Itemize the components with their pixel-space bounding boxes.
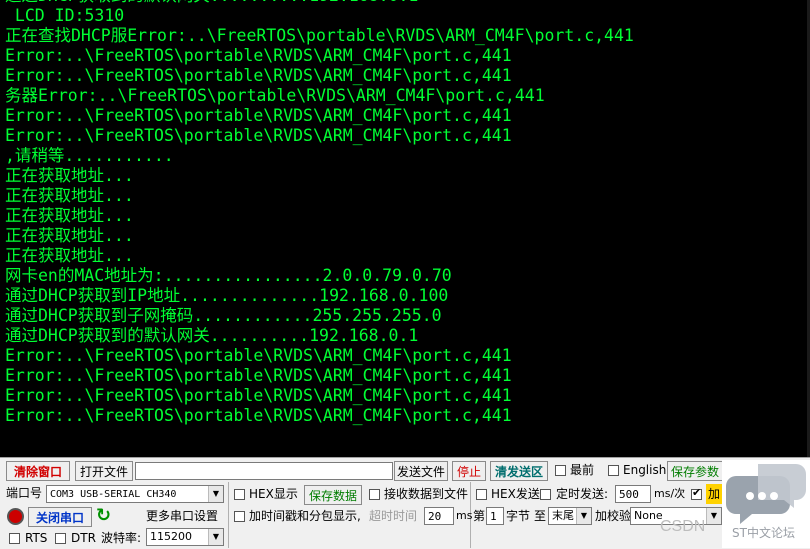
byte-mid-label: 字节 <box>506 509 531 523</box>
terminal-line: 正在查找DHCP服Error:..\FreeRTOS\portable\RVDS… <box>5 26 634 45</box>
hex-send-label: HEX发送 <box>491 487 540 501</box>
to-label: 至 <box>534 509 547 523</box>
clear-send-area-button[interactable]: 清发送区 <box>490 461 548 481</box>
save-data-button[interactable]: 保存数据 <box>304 485 362 505</box>
terminal-line: Error:..\FreeRTOS\portable\RVDS\ARM_CM4F… <box>5 126 512 145</box>
topmost-checkbox[interactable] <box>555 465 566 476</box>
port-select[interactable]: COM3 USB-SERIAL CH340 ▼ <box>46 485 224 503</box>
timed-send-label: 定时发送: <box>556 487 609 501</box>
dtr-checkbox[interactable] <box>55 533 66 544</box>
csdn-watermark: CSDN <box>660 518 706 535</box>
receive-terminal[interactable]: 通过DHCP获取到的默认网关..........192.168.0.1 LCD … <box>0 0 810 457</box>
add-label: 加 <box>706 484 723 504</box>
forum-logo: ST中文论坛 <box>722 460 810 548</box>
recv-to-file-checkbox[interactable] <box>369 489 380 500</box>
interval-input[interactable]: 500 <box>615 485 651 503</box>
terminal-line: Error:..\FreeRTOS\portable\RVDS\ARM_CM4F… <box>5 386 512 405</box>
open-file-button[interactable]: 打开文件 <box>75 461 133 481</box>
terminal-line: Error:..\FreeRTOS\portable\RVDS\ARM_CM4F… <box>5 406 512 425</box>
byte-start-input[interactable]: 1 <box>486 507 504 525</box>
port-label: 端口号 <box>6 486 43 500</box>
terminal-line: 正在获取地址... <box>5 246 134 265</box>
byte-prefix: 第 <box>473 509 486 523</box>
recv-to-file-label: 接收数据到文件 <box>384 487 469 501</box>
end-select[interactable]: 末尾 ▼ <box>548 507 592 525</box>
hex-display-label: HEX显示 <box>249 487 298 501</box>
terminal-line: LCD ID:5310 <box>5 6 125 25</box>
terminal-line: 正在获取地址... <box>5 226 134 245</box>
checksum-value: None <box>634 509 663 522</box>
hex-send-checkbox[interactable] <box>476 489 487 500</box>
terminal-line: 正在获取地址... <box>5 166 134 185</box>
terminal-line: Error:..\FreeRTOS\portable\RVDS\ARM_CM4F… <box>5 366 512 385</box>
english-checkbox[interactable] <box>608 465 619 476</box>
chevron-down-icon: ▼ <box>208 486 223 502</box>
baud-value: 115200 <box>150 530 192 543</box>
hex-display-checkbox[interactable] <box>234 489 245 500</box>
end-value: 末尾 <box>552 509 574 522</box>
file-path-input[interactable] <box>135 462 393 480</box>
chevron-down-icon: ▼ <box>576 508 591 524</box>
refresh-icon[interactable]: ↻ <box>96 506 111 526</box>
checksum-label: 加校验 <box>595 509 632 523</box>
terminal-line: 正在获取地址... <box>5 186 134 205</box>
interval-unit: ms/次 <box>654 487 686 500</box>
more-settings-link[interactable]: 更多串口设置 <box>146 506 218 526</box>
close-port-button[interactable]: 关闭串口 <box>28 507 92 527</box>
clear-window-button[interactable]: 清除窗口 <box>6 461 70 481</box>
port-status-icon <box>7 508 24 525</box>
timestamp-checkbox[interactable] <box>234 511 245 522</box>
terminal-line: Error:..\FreeRTOS\portable\RVDS\ARM_CM4F… <box>5 46 512 65</box>
terminal-line: 务器Error:..\FreeRTOS\portable\RVDS\ARM_CM… <box>5 86 545 105</box>
forum-name: ST中文论坛 <box>732 526 795 540</box>
chevron-down-icon: ▼ <box>208 529 223 545</box>
timeout-unit: ms <box>456 509 473 522</box>
timestamp-label: 加时间戳和分包显示, <box>249 509 361 523</box>
english-label: English <box>623 463 667 477</box>
stop-button[interactable]: 停止 <box>452 461 486 481</box>
dtr-label: DTR <box>71 531 96 545</box>
terminal-line: 网卡en的MAC地址为:................2.0.0.79.0.7… <box>5 266 452 285</box>
send-file-button[interactable]: 发送文件 <box>394 461 448 481</box>
topmost-label: 最前 <box>570 463 595 477</box>
save-params-button[interactable]: 保存参数 <box>667 461 723 481</box>
baud-label: 波特率: <box>101 531 142 545</box>
timeout-label: 超时时间 <box>369 509 418 523</box>
terminal-line: Error:..\FreeRTOS\portable\RVDS\ARM_CM4F… <box>5 346 512 365</box>
rts-label: RTS <box>25 531 48 545</box>
terminal-output: 通过DHCP获取到的默认网关..........192.168.0.1 LCD … <box>5 0 634 426</box>
terminal-line: 通过DHCP获取到的默认网关..........192.168.0.1 <box>5 326 419 345</box>
terminal-line: 通过DHCP获取到子网掩码............255.255.255.0 <box>5 306 442 325</box>
terminal-line: 通过DHCP获取到IP地址..............192.168.0.100 <box>5 286 449 305</box>
chat-bubble-icon <box>726 464 806 524</box>
timeout-input[interactable]: 20 <box>424 507 454 525</box>
terminal-line: 正在获取地址... <box>5 206 134 225</box>
terminal-line: Error:..\FreeRTOS\portable\RVDS\ARM_CM4F… <box>5 66 512 85</box>
add-checkbox[interactable] <box>691 486 702 500</box>
timed-send-checkbox[interactable] <box>540 489 551 500</box>
port-value: COM3 USB-SERIAL CH340 <box>50 489 177 500</box>
terminal-line: ,请稍等........... <box>5 146 174 165</box>
chevron-down-icon: ▼ <box>706 508 721 524</box>
divider <box>228 482 229 548</box>
terminal-line: Error:..\FreeRTOS\portable\RVDS\ARM_CM4F… <box>5 106 512 125</box>
rts-checkbox[interactable] <box>9 533 20 544</box>
baud-select[interactable]: 115200 ▼ <box>146 528 224 546</box>
